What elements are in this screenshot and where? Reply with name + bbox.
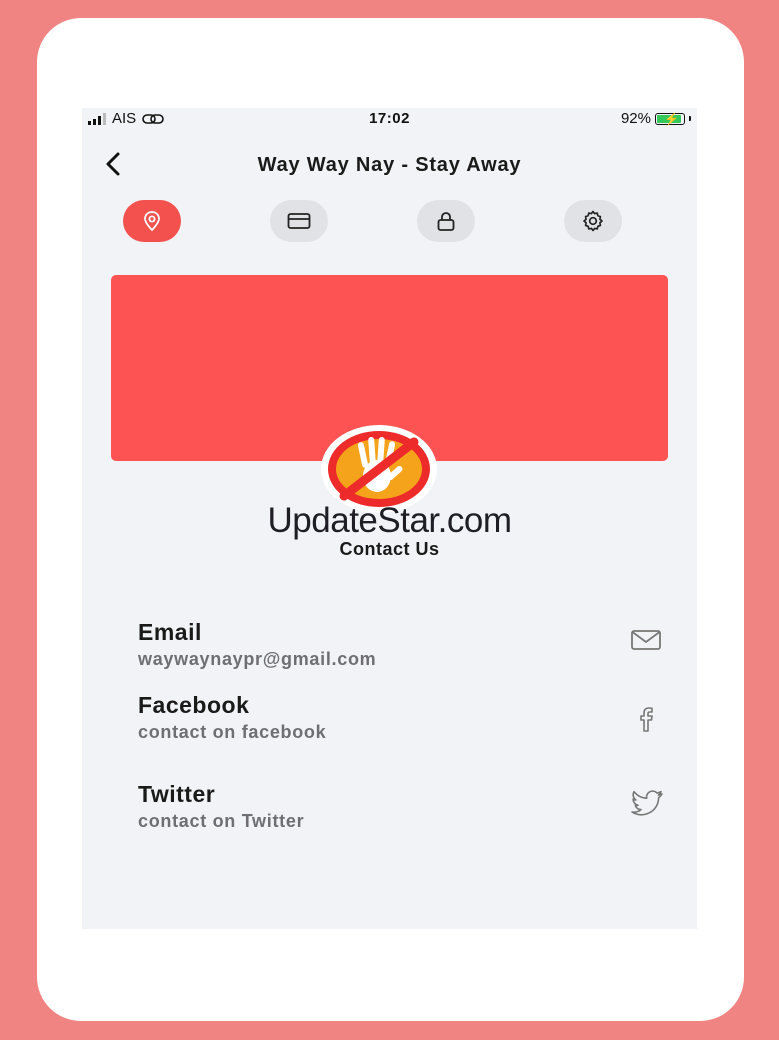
status-right: 92% ⚡ <box>621 110 691 127</box>
contact-twitter[interactable]: Twitter contact on Twitter <box>138 781 663 837</box>
contact-label: Twitter <box>138 781 216 807</box>
section-title: Contact Us <box>339 539 440 559</box>
contact-facebook[interactable]: Facebook contact on facebook <box>138 692 663 748</box>
page-title: Way Way Nay - Stay Away <box>257 154 522 176</box>
gear-icon <box>583 210 603 232</box>
contact-detail: contact on facebook <box>138 722 327 742</box>
watermark-text: UpdateStar.com <box>267 501 512 540</box>
location-pin-icon <box>144 211 160 232</box>
contact-label: Email <box>138 619 202 645</box>
tab-card[interactable] <box>270 200 328 242</box>
contact-label: Facebook <box>138 692 250 718</box>
tab-lock[interactable] <box>417 200 475 242</box>
battery-tip <box>689 116 691 121</box>
lock-icon <box>437 212 455 231</box>
battery-icon: ⚡ <box>655 112 685 126</box>
status-time: 17:02 <box>369 110 410 127</box>
twitter-icon[interactable] <box>629 785 665 821</box>
app-screen: AIS 17:02 92% ⚡ Way Way Nay - Stay Away <box>82 108 697 929</box>
status-bar: AIS 17:02 92% ⚡ <box>82 108 697 130</box>
facebook-icon[interactable] <box>629 702 663 736</box>
contact-email[interactable]: Email waywaynaypr@gmail.com <box>138 619 663 675</box>
mail-icon[interactable] <box>629 623 663 657</box>
tab-location[interactable] <box>123 200 181 242</box>
contact-detail: contact on Twitter <box>138 811 305 831</box>
contact-detail: waywaynaypr@gmail.com <box>138 649 377 669</box>
credit-card-icon <box>287 213 311 229</box>
navigation-bar: Way Way Nay - Stay Away <box>82 144 697 184</box>
battery-percent: 92% <box>620 110 651 127</box>
tab-bar <box>82 200 697 244</box>
tab-settings[interactable] <box>564 200 622 242</box>
